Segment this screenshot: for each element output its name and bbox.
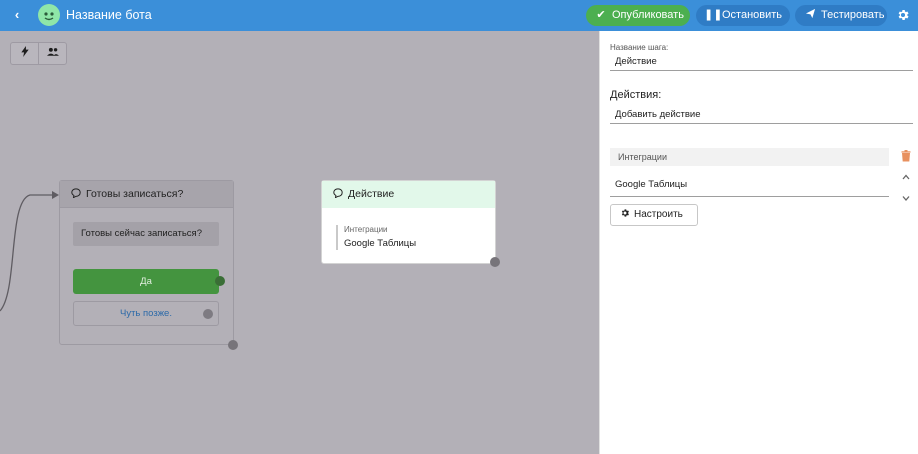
- users-icon[interactable]: [39, 43, 67, 64]
- test-label: Тестировать: [821, 9, 885, 21]
- later-port[interactable]: [203, 309, 213, 319]
- top-bar: ‹ Название бота ✔ Опубликовать ❚❚Останови…: [0, 0, 918, 31]
- settings-gear-icon[interactable]: [895, 7, 911, 23]
- stop-label: Остановить: [722, 9, 783, 21]
- gear-icon: [620, 205, 631, 225]
- action-node-header[interactable]: Действие: [322, 181, 495, 208]
- step-settings-panel: Название шага: Действие Действия: Добави…: [599, 31, 918, 454]
- configure-button[interactable]: Настроить: [610, 204, 698, 226]
- bot-avatar: [38, 4, 60, 26]
- stop-button[interactable]: ❚❚Остановить: [696, 5, 790, 26]
- integration-select[interactable]: Google Таблицы: [610, 174, 889, 197]
- action-node-output-port[interactable]: [490, 257, 500, 267]
- add-action-select[interactable]: Добавить действие: [610, 106, 913, 124]
- chat-bubble-icon: [71, 188, 81, 198]
- publish-label: Опубликовать: [612, 9, 684, 21]
- trash-icon[interactable]: [901, 150, 911, 162]
- test-button[interactable]: Тестировать: [795, 5, 887, 26]
- robot-face-icon: [44, 12, 54, 21]
- integration-label: Интеграции: [344, 225, 388, 234]
- integrations-header: Интеграции: [610, 148, 889, 166]
- pause-icon: ❚❚: [704, 9, 723, 21]
- integration-value: Google Таблицы: [344, 238, 417, 249]
- action-node-title: Действие: [348, 188, 395, 200]
- message-node-output-port[interactable]: [228, 340, 238, 350]
- step-name-input[interactable]: Действие: [610, 53, 913, 71]
- flow-canvas[interactable]: Готовы записаться? Готовы сейчас записат…: [0, 31, 599, 454]
- later-label: Чуть позже.: [120, 308, 172, 319]
- yes-port[interactable]: [215, 276, 225, 286]
- message-node-title: Готовы записаться?: [86, 188, 184, 200]
- actions-label: Действия:: [610, 89, 662, 101]
- check-icon: ✔: [596, 9, 606, 21]
- bot-title[interactable]: Название бота: [66, 8, 152, 23]
- later-button[interactable]: Чуть позже.: [73, 301, 219, 326]
- chat-bubble-icon: [333, 188, 343, 198]
- action-integration: Интеграции Google Таблицы: [336, 225, 416, 250]
- send-icon: [803, 5, 817, 26]
- canvas-toolbar: [10, 42, 67, 65]
- action-node[interactable]: Действие Интеграции Google Таблицы: [321, 180, 496, 264]
- message-text[interactable]: Готовы сейчас записаться?: [73, 222, 219, 246]
- back-button[interactable]: ‹: [9, 7, 25, 23]
- lightning-icon[interactable]: [11, 43, 39, 64]
- step-name-label: Название шага:: [610, 43, 669, 52]
- yes-label: Да: [140, 276, 152, 287]
- message-node[interactable]: Готовы записаться? Готовы сейчас записат…: [59, 180, 234, 345]
- chevron-down-icon[interactable]: [901, 193, 911, 203]
- chevron-up-icon[interactable]: [901, 172, 911, 182]
- configure-label: Настроить: [634, 209, 683, 220]
- yes-button[interactable]: Да: [73, 269, 225, 294]
- publish-button[interactable]: ✔ Опубликовать: [586, 5, 690, 26]
- message-node-header[interactable]: Готовы записаться?: [60, 181, 233, 208]
